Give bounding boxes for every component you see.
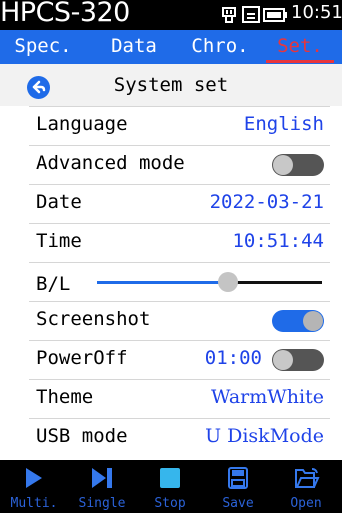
- setting-time[interactable]: Time 10:51:44: [29, 223, 330, 262]
- usb-mode-value[interactable]: U DiskMode: [205, 425, 324, 447]
- stop-button[interactable]: Stop: [136, 460, 204, 513]
- poweroff-value[interactable]: 01:00: [205, 347, 262, 369]
- settings-panel: System set Language English Advanced mod…: [0, 64, 342, 460]
- step-icon: [92, 468, 112, 488]
- date-value[interactable]: 2022-03-21: [210, 191, 324, 213]
- backlight-slider[interactable]: [97, 272, 322, 292]
- save-button[interactable]: Save: [204, 460, 272, 513]
- setting-language[interactable]: Language English: [29, 106, 330, 145]
- tab-chro[interactable]: Chro.: [183, 32, 257, 60]
- slider-track-filled: [97, 281, 228, 284]
- stop-icon: [160, 468, 180, 488]
- device-name: HPCS-320: [0, 0, 130, 28]
- toggle-knob: [273, 350, 293, 370]
- screenshot-toggle[interactable]: [272, 310, 324, 332]
- play-icon: [26, 468, 42, 488]
- poweroff-toggle[interactable]: [272, 349, 324, 371]
- toolbar-label: Save: [222, 496, 254, 511]
- setting-label: Theme: [36, 386, 94, 408]
- setting-label: Screenshot: [36, 308, 151, 330]
- page-title: System set: [113, 74, 229, 96]
- language-value[interactable]: English: [244, 113, 324, 135]
- toggle-knob: [303, 311, 323, 331]
- panel-header: System set: [0, 64, 342, 106]
- toolbar-label: Open: [290, 496, 322, 511]
- slider-thumb[interactable]: [218, 272, 238, 292]
- setting-label: Language: [36, 113, 128, 135]
- setting-label: Date: [36, 191, 82, 213]
- setting-date[interactable]: Date 2022-03-21: [29, 184, 330, 223]
- open-button[interactable]: Open: [272, 460, 340, 513]
- setting-backlight: B/L: [29, 262, 330, 301]
- tab-spec[interactable]: Spec.: [4, 32, 82, 60]
- time-value[interactable]: 10:51:44: [232, 230, 324, 252]
- usb-icon: [222, 7, 236, 23]
- folder-open-icon: [295, 468, 320, 488]
- multi-button[interactable]: Multi.: [0, 460, 68, 513]
- single-button[interactable]: Single: [68, 460, 136, 513]
- tab-set[interactable]: Set.: [266, 32, 334, 63]
- setting-label: B/L: [36, 273, 71, 295]
- toggle-knob: [273, 155, 293, 175]
- toolbar-label: Multi.: [10, 496, 58, 511]
- tab-bar: Spec. Data Chro. Set.: [0, 30, 342, 64]
- setting-label: Advanced mode: [36, 152, 185, 174]
- toolbar-label: Stop: [154, 496, 186, 511]
- theme-value[interactable]: WarmWhite: [211, 386, 324, 408]
- setting-screenshot: Screenshot: [29, 301, 330, 340]
- advanced-mode-toggle[interactable]: [272, 154, 324, 176]
- save-icon: [228, 467, 248, 489]
- setting-poweroff: PowerOff 01:00: [29, 340, 330, 379]
- tab-data[interactable]: Data: [101, 32, 167, 60]
- bottom-toolbar: Multi. Single Stop Save Open: [0, 460, 342, 513]
- toolbar-label: Single: [78, 496, 126, 511]
- setting-label: PowerOff: [36, 347, 128, 369]
- status-clock: 10:51: [291, 2, 342, 23]
- battery-icon: [263, 8, 287, 22]
- setting-usb-mode[interactable]: USB mode U DiskMode: [29, 418, 330, 457]
- setting-label: USB mode: [36, 425, 128, 447]
- status-icons: [221, 5, 289, 29]
- setting-advanced-mode: Advanced mode: [29, 145, 330, 184]
- storage-icon: [242, 6, 260, 23]
- setting-theme[interactable]: Theme WarmWhite: [29, 379, 330, 418]
- status-bar: HPCS-320 10:51: [0, 0, 342, 30]
- slider-track-empty: [228, 281, 322, 284]
- setting-label: Time: [36, 230, 82, 252]
